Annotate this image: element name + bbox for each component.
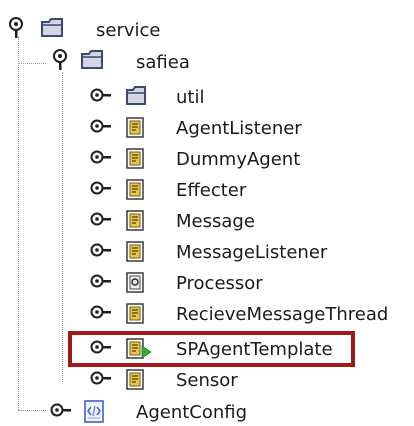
node-label: RecieveMessageThread xyxy=(176,304,389,325)
folder-icon xyxy=(125,85,149,111)
project-tree: service safiea util AgentListener DummyA… xyxy=(0,0,414,426)
java-class-icon xyxy=(125,116,149,142)
tree-node-agentconfig[interactable]: AgentConfig xyxy=(0,400,300,426)
node-label: util xyxy=(176,87,205,108)
collapsed-handle-icon[interactable] xyxy=(90,368,112,392)
expanded-handle-icon[interactable] xyxy=(52,48,74,72)
node-label: MessageListener xyxy=(176,242,328,263)
collapsed-handle-icon[interactable] xyxy=(90,116,112,140)
java-class-icon xyxy=(125,302,149,328)
collapsed-handle-icon[interactable] xyxy=(90,302,112,326)
java-class-icon xyxy=(125,368,149,394)
collapsed-handle-icon[interactable] xyxy=(90,147,112,171)
tree-node-agentlistener[interactable]: AgentListener xyxy=(0,116,302,144)
node-label: safiea xyxy=(136,52,190,73)
expanded-handle-icon[interactable] xyxy=(8,16,30,40)
java-class-icon xyxy=(125,209,149,235)
node-label: AgentConfig xyxy=(136,402,248,423)
collapsed-handle-icon[interactable] xyxy=(50,400,72,424)
collapsed-handle-icon[interactable] xyxy=(90,271,112,295)
java-class-icon xyxy=(125,178,149,204)
tree-node-recievemessagethread[interactable]: RecieveMessageThread xyxy=(0,302,412,330)
collapsed-handle-icon[interactable] xyxy=(90,209,112,233)
java-interface-icon xyxy=(125,271,149,297)
node-label: Processor xyxy=(176,273,263,294)
tree-node-effecter[interactable]: Effecter xyxy=(0,178,300,206)
tree-node-messagelistener[interactable]: MessageListener xyxy=(0,240,327,268)
tree-node-util[interactable]: util xyxy=(0,85,260,113)
collapsed-handle-icon[interactable] xyxy=(90,85,112,109)
tree-node-service[interactable]: service xyxy=(0,16,200,44)
folder-icon xyxy=(80,48,104,74)
collapsed-handle-icon[interactable] xyxy=(90,240,112,264)
node-label: AgentListener xyxy=(176,118,302,139)
collapsed-handle-icon[interactable] xyxy=(90,178,112,202)
config-file-icon xyxy=(83,400,107,426)
folder-icon xyxy=(40,16,64,42)
node-label: Effecter xyxy=(176,180,247,201)
tree-node-message[interactable]: Message xyxy=(0,209,300,237)
highlight-box xyxy=(68,331,355,367)
java-class-icon xyxy=(125,147,149,173)
java-class-icon xyxy=(125,240,149,266)
tree-node-sensor[interactable]: Sensor xyxy=(0,368,300,396)
node-label: service xyxy=(96,20,161,41)
tree-node-dummyagent[interactable]: DummyAgent xyxy=(0,147,300,175)
tree-node-processor[interactable]: Processor xyxy=(0,271,300,299)
tree-node-safiea[interactable]: safiea xyxy=(0,48,200,76)
node-label: Sensor xyxy=(176,370,238,391)
node-label: Message xyxy=(176,211,255,232)
node-label: DummyAgent xyxy=(176,149,301,170)
